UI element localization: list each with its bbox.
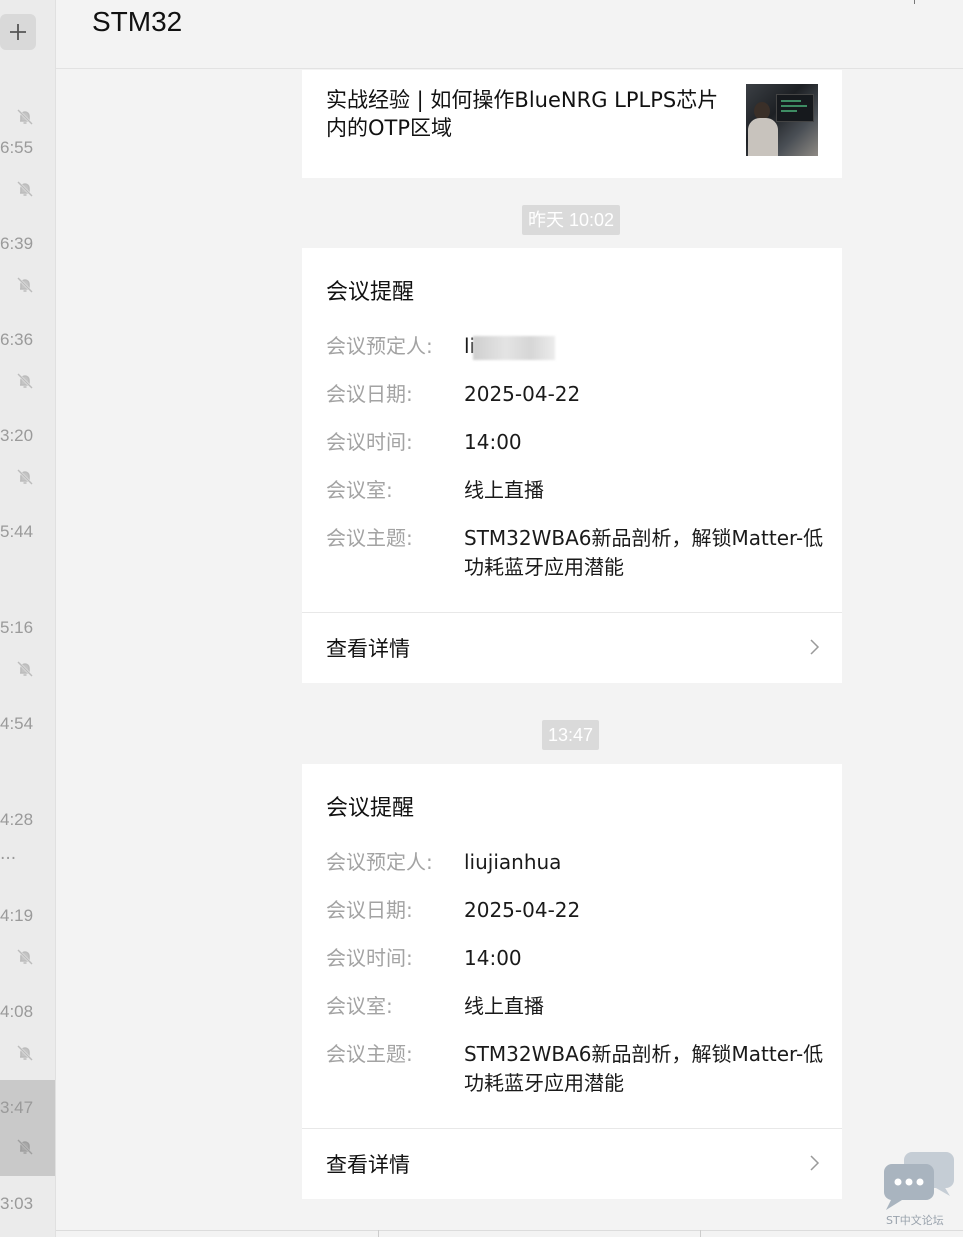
mute-bell-icon xyxy=(17,469,33,485)
chat-bubble-icon xyxy=(884,1152,954,1210)
mute-bell-icon xyxy=(17,949,33,965)
room-label: 会议室: xyxy=(326,478,393,502)
topic-value: STM32WBA6新品剖析，解锁Matter-低功耗蓝牙应用潜能 xyxy=(464,526,824,579)
chat-time: 4:28 xyxy=(0,810,34,829)
organizer-label: 会议预定人: xyxy=(326,850,433,874)
chat-list-item[interactable]: 6:39 xyxy=(0,234,55,336)
chat-time: 3:47 xyxy=(0,1098,34,1117)
chevron-right-icon xyxy=(810,639,820,655)
organizer-label: 会议预定人: xyxy=(326,334,433,358)
article-thumbnail xyxy=(746,84,818,156)
view-details-button[interactable]: 查看详情 xyxy=(302,613,842,683)
date-value: 2025-04-22 xyxy=(464,382,581,406)
organizer-value: liujianhua xyxy=(464,850,562,874)
chat-list-item[interactable]: 5:16 xyxy=(0,618,55,720)
meeting-card[interactable]: 会议提醒 会议预定人: li 会议日期: 2025-04-22 会议时间: 14… xyxy=(302,248,842,683)
room-value: 线上直播 xyxy=(464,994,544,1018)
meeting-heading: 会议提醒 xyxy=(326,796,415,821)
mute-bell-icon xyxy=(17,277,33,293)
chat-time: 6:55 xyxy=(0,138,34,157)
chat-time: 3:20 xyxy=(0,426,34,445)
mute-bell-icon xyxy=(17,181,33,197)
chat-time: 5:44 xyxy=(0,522,34,541)
mute-bell-icon xyxy=(17,109,33,125)
mute-bell-icon xyxy=(17,1045,33,1061)
time-label: 会议时间: xyxy=(326,430,413,454)
chat-list-item[interactable]: 6:36 xyxy=(0,330,55,432)
chat-list-item[interactable]: 5:44 xyxy=(0,522,55,624)
date-value: 2025-04-22 xyxy=(464,898,581,922)
chat-list-panel: 6:55 6:39 6:36 3:20 5:44 5:16 4:54 4:28 … xyxy=(0,0,56,1237)
input-area-border xyxy=(56,1230,963,1231)
date-label: 会议日期: xyxy=(326,382,413,406)
meeting-heading: 会议提醒 xyxy=(326,280,415,305)
chat-list-item[interactable]: 3:20 xyxy=(0,426,55,528)
chat-time: 6:36 xyxy=(0,330,34,349)
chat-preview: ... xyxy=(0,844,17,864)
article-card[interactable]: 实战经验 | 如何操作BlueNRG LPLPS芯片内的OTP区域 xyxy=(302,70,842,178)
view-details-label: 查看详情 xyxy=(326,1153,410,1177)
chat-header: STM32 xyxy=(56,0,963,69)
chat-list-item[interactable]: 4:54 xyxy=(0,714,55,816)
chat-time: 6:39 xyxy=(0,234,34,253)
chat-list-item[interactable]: 6:55 xyxy=(0,138,55,240)
chat-time: 3:03 xyxy=(0,1194,34,1213)
mute-bell-icon xyxy=(17,661,33,677)
header-divider xyxy=(914,0,915,4)
time-value: 14:00 xyxy=(464,430,522,454)
chat-list-item[interactable]: 4:28 ... xyxy=(0,810,55,912)
timestamp: 昨天 10:02 xyxy=(522,205,621,235)
topic-value: STM32WBA6新品剖析，解锁Matter-低功耗蓝牙应用潜能 xyxy=(464,1042,824,1095)
time-value: 14:00 xyxy=(464,946,522,970)
chat-time: 4:54 xyxy=(0,714,34,733)
plus-icon xyxy=(10,24,26,40)
chat-list-item-selected[interactable]: 3:47 xyxy=(0,1080,55,1176)
chat-time: 5:16 xyxy=(0,618,34,637)
divider xyxy=(700,1230,701,1237)
meeting-card[interactable]: 会议提醒 会议预定人: liujianhua 会议日期: 2025-04-22 … xyxy=(302,764,842,1199)
room-label: 会议室: xyxy=(326,994,393,1018)
watermark-logo: ST中文论坛 xyxy=(880,1150,960,1232)
room-value: 线上直播 xyxy=(464,478,544,502)
mute-bell-icon xyxy=(17,1139,33,1155)
topic-label: 会议主题: xyxy=(326,526,413,550)
divider xyxy=(378,1230,379,1237)
view-details-label: 查看详情 xyxy=(326,637,410,661)
watermark-text: ST中文论坛 xyxy=(886,1214,944,1227)
redacted-blur xyxy=(473,335,556,360)
chevron-right-icon xyxy=(810,1155,820,1171)
article-title: 实战经验 | 如何操作BlueNRG LPLPS芯片内的OTP区域 xyxy=(326,88,719,140)
chat-time: 4:08 xyxy=(0,1002,34,1021)
date-label: 会议日期: xyxy=(326,898,413,922)
chat-list-item[interactable]: 4:19 xyxy=(0,906,55,1008)
chat-title: STM32 xyxy=(92,6,183,37)
view-details-button[interactable]: 查看详情 xyxy=(302,1129,842,1199)
add-button[interactable] xyxy=(0,14,36,50)
organizer-value: li xyxy=(464,332,824,361)
chat-list-item[interactable]: 3:03 xyxy=(0,1194,55,1237)
topic-label: 会议主题: xyxy=(326,1042,413,1066)
timestamp: 13:47 xyxy=(542,720,600,750)
time-label: 会议时间: xyxy=(326,946,413,970)
mute-bell-icon xyxy=(17,373,33,389)
chat-time: 4:19 xyxy=(0,906,34,925)
